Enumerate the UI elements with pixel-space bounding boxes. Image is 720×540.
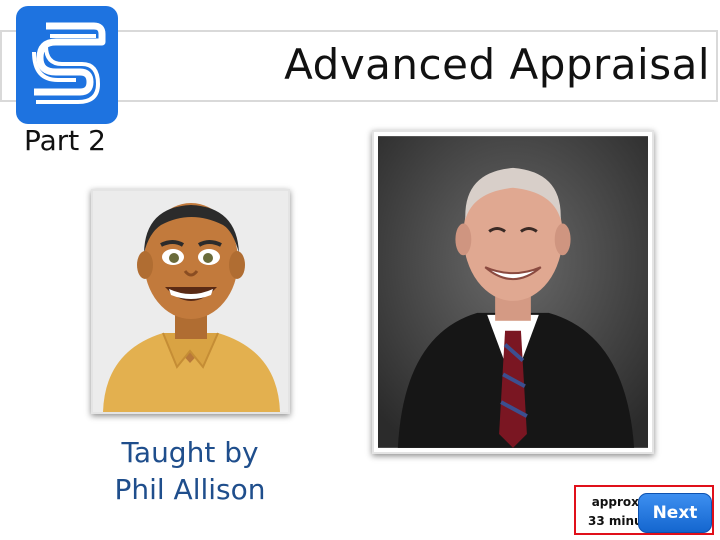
part-label: Part 2: [24, 124, 106, 157]
duration-text: approx 33 minu: [588, 493, 643, 531]
duration-line2: 33 minu: [588, 514, 643, 528]
instructor-caption: Taught by Phil Allison: [90, 434, 290, 508]
duration-line1: approx: [591, 495, 639, 509]
instructor-photo: [372, 130, 654, 454]
page-title: Advanced Appraisal: [284, 40, 710, 89]
instructor-name: Phil Allison: [114, 473, 266, 506]
taught-by-label: Taught by: [121, 436, 259, 469]
cartoon-avatar-icon: [91, 189, 290, 414]
next-button[interactable]: Next: [638, 493, 712, 533]
stylized-s-logo-icon: [16, 6, 118, 124]
